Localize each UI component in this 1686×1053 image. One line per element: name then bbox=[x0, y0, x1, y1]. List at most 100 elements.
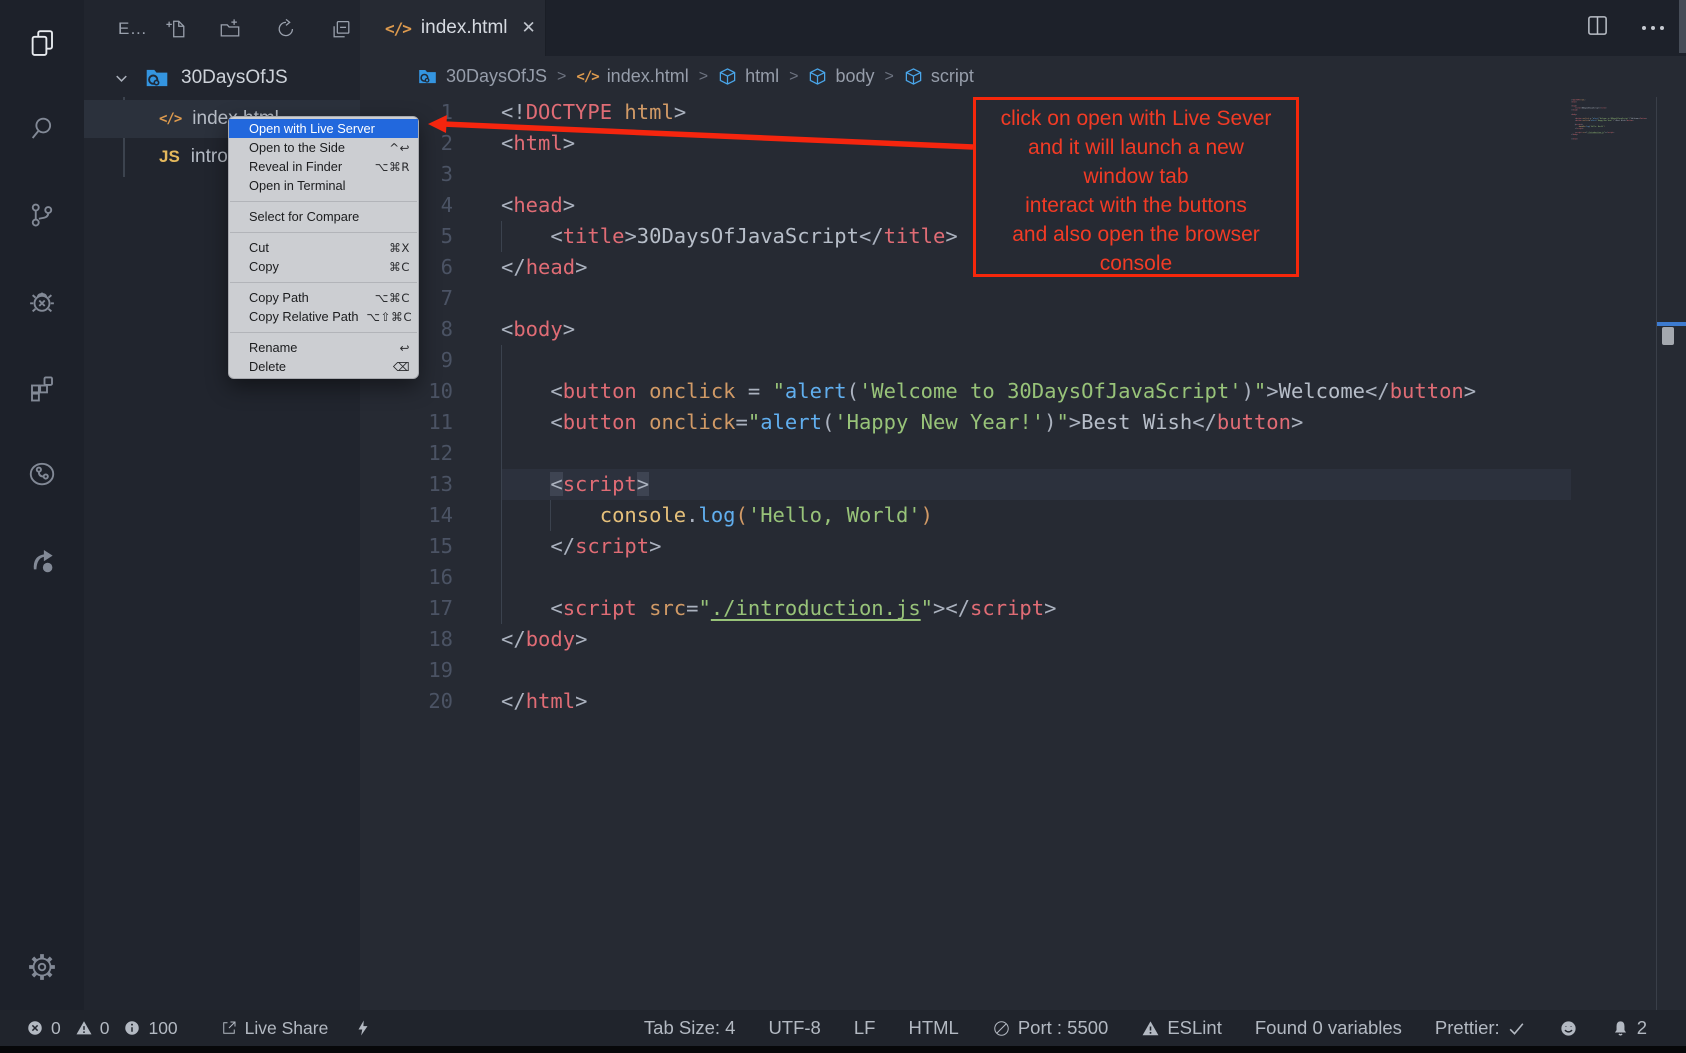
status-item-smiley-icon[interactable] bbox=[1559, 1019, 1578, 1038]
breadcrumb-item-script[interactable]: script bbox=[904, 66, 974, 87]
split-editor-icon[interactable] bbox=[1586, 14, 1609, 42]
js-file-icon: JS bbox=[159, 147, 180, 167]
line-number: 18 bbox=[360, 624, 453, 655]
html-file-icon: </> bbox=[159, 111, 181, 127]
status-item-port-5500[interactable]: Port : 5500 bbox=[992, 1017, 1109, 1039]
menu-item-copy-path[interactable]: Copy Path⌥⌘C bbox=[229, 288, 418, 307]
status-item-label: 100 bbox=[148, 1018, 177, 1039]
breadcrumb-separator: > bbox=[557, 68, 566, 86]
breadcrumb-item-body[interactable]: body bbox=[808, 66, 874, 87]
new-folder-icon[interactable] bbox=[217, 16, 243, 42]
menu-item-label: Reveal in Finder bbox=[249, 159, 342, 174]
line-content: </body> bbox=[453, 624, 587, 655]
status-item-prettier-[interactable]: Prettier: bbox=[1435, 1017, 1526, 1039]
line-number: 12 bbox=[360, 438, 453, 469]
refresh-icon[interactable] bbox=[273, 16, 299, 42]
line-content bbox=[453, 438, 501, 469]
code-line-20: 20</html> bbox=[360, 686, 1656, 717]
menu-item-rename[interactable]: Rename↩ bbox=[229, 338, 418, 357]
menu-separator bbox=[230, 332, 417, 333]
gear-icon[interactable] bbox=[27, 952, 57, 982]
status-item-0[interactable]: 0 bbox=[75, 1018, 110, 1039]
breadcrumb-item-30DaysOfJS[interactable]: 30DaysOfJS bbox=[417, 66, 547, 87]
extensions-icon[interactable] bbox=[27, 373, 57, 403]
line-number: 17 bbox=[360, 593, 453, 624]
menu-item-copy[interactable]: Copy⌘C bbox=[229, 257, 418, 276]
line-number: 20 bbox=[360, 686, 453, 717]
status-item-live-share[interactable]: Live Share bbox=[220, 1018, 329, 1039]
line-number: 19 bbox=[360, 655, 453, 686]
warning-icon bbox=[75, 1019, 93, 1037]
code-line-10: 10 <button onclick = "alert('Welcome to … bbox=[360, 376, 1656, 407]
menu-item-label: Copy Relative Path bbox=[249, 309, 359, 324]
line-content: <script> bbox=[453, 469, 649, 500]
share-icon[interactable] bbox=[27, 545, 57, 575]
menu-item-open-in-terminal[interactable]: Open in Terminal bbox=[229, 176, 418, 195]
breadcrumb-item-index.html[interactable]: </>index.html bbox=[576, 66, 688, 87]
lightning-icon bbox=[354, 1019, 372, 1037]
html-file-icon: </> bbox=[385, 19, 411, 38]
status-item-label: Port : 5500 bbox=[1018, 1017, 1109, 1039]
status-item-label: 0 bbox=[100, 1018, 110, 1039]
menu-item-select-for-compare[interactable]: Select for Compare bbox=[229, 207, 418, 226]
menu-item-delete[interactable]: Delete⌫ bbox=[229, 357, 418, 376]
explorer-icon[interactable] bbox=[27, 28, 57, 58]
menu-separator bbox=[230, 201, 417, 202]
menu-item-shortcut: ↩ bbox=[400, 341, 410, 355]
code-line-19: 19 bbox=[360, 655, 1656, 686]
annotation-text: interact with the buttons bbox=[976, 191, 1296, 220]
status-item-lf[interactable]: LF bbox=[854, 1017, 876, 1039]
tree-item-folder[interactable]: 30DaysOfJS bbox=[84, 60, 360, 96]
tab-close-icon[interactable]: ✕ bbox=[522, 18, 536, 38]
status-item-0[interactable]: 0 bbox=[26, 1018, 61, 1039]
annotation-text: window tab bbox=[976, 162, 1296, 191]
page-scrollbar-thumb bbox=[1679, 0, 1686, 53]
line-number: 13 bbox=[360, 469, 453, 500]
menu-item-label: Copy Path bbox=[249, 290, 309, 305]
breadcrumb-item-html[interactable]: html bbox=[718, 66, 779, 87]
annotation-text: and it will launch a new bbox=[976, 133, 1296, 162]
tab-index-html[interactable]: </> index.html ✕ bbox=[360, 0, 546, 56]
breadcrumb-separator: > bbox=[699, 68, 708, 86]
scrollbar-thumb[interactable] bbox=[1662, 327, 1674, 345]
cube-icon bbox=[718, 67, 737, 86]
more-actions-icon[interactable] bbox=[1642, 26, 1664, 30]
breadcrumb-label: html bbox=[745, 66, 779, 87]
menu-item-open-to-the-side[interactable]: Open to the Side^↩ bbox=[229, 138, 418, 157]
status-item-html[interactable]: HTML bbox=[908, 1017, 958, 1039]
source-control-icon[interactable] bbox=[27, 200, 57, 230]
menu-item-cut[interactable]: Cut⌘X bbox=[229, 238, 418, 257]
line-number: 11 bbox=[360, 407, 453, 438]
cube-icon bbox=[808, 67, 827, 86]
line-number: 10 bbox=[360, 376, 453, 407]
breadcrumb: 30DaysOfJS></>index.html>html>body>scrip… bbox=[360, 56, 1656, 97]
status-item-tab-size-4[interactable]: Tab Size: 4 bbox=[644, 1017, 736, 1039]
line-content: </script> bbox=[453, 531, 661, 562]
status-item-found-0-variables[interactable]: Found 0 variables bbox=[1255, 1017, 1402, 1039]
status-item-eslint[interactable]: ESLint bbox=[1141, 1017, 1222, 1039]
remote-circle-icon[interactable] bbox=[27, 459, 57, 489]
menu-item-shortcut: ⌥⌘R bbox=[375, 160, 410, 174]
minimap[interactable]: 1<!DOCTYPE html>2<html>34<head>5 <title>… bbox=[1571, 99, 1656, 219]
new-file-icon[interactable] bbox=[163, 16, 189, 42]
code-line-17: 17 <script src="./introduction.js"></scr… bbox=[360, 593, 1656, 624]
line-number: 15 bbox=[360, 531, 453, 562]
menu-item-reveal-in-finder[interactable]: Reveal in Finder ⌥⌘R bbox=[229, 157, 418, 176]
search-icon[interactable] bbox=[27, 113, 57, 143]
line-content: </html> bbox=[1571, 138, 1578, 140]
line-content: <body> bbox=[453, 314, 575, 345]
status-item-2[interactable]: 2 bbox=[1611, 1017, 1647, 1039]
status-item-lightning-icon[interactable] bbox=[354, 1019, 372, 1037]
editor-right-divider bbox=[1656, 97, 1657, 1010]
line-content: <!DOCTYPE html> bbox=[453, 97, 686, 128]
status-item-utf-8[interactable]: UTF-8 bbox=[768, 1017, 820, 1039]
debug-icon[interactable] bbox=[27, 287, 57, 317]
collapse-all-icon[interactable] bbox=[328, 16, 354, 42]
menu-item-label: Select for Compare bbox=[249, 209, 359, 224]
folder-icon bbox=[144, 65, 170, 91]
menu-item-open-with-live-server[interactable]: Open with Live Server bbox=[229, 119, 418, 138]
status-item-100[interactable]: 100 bbox=[123, 1018, 177, 1039]
code-line-8: 8<body> bbox=[360, 314, 1656, 345]
menu-item-copy-relative-path[interactable]: Copy Relative Path⌥⇧⌘C bbox=[229, 307, 418, 326]
line-number: 14 bbox=[360, 500, 453, 531]
